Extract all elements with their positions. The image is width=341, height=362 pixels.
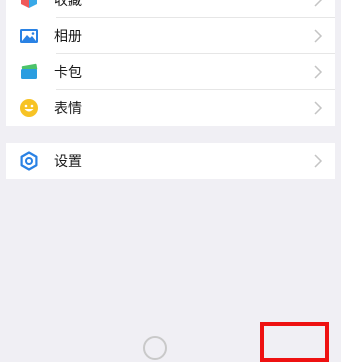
chevron-right-icon (309, 99, 327, 117)
settings-gear-icon (18, 150, 40, 172)
menu-item-label: 设置 (54, 154, 82, 170)
menu-group-main: 收藏 相册 卡包 表情 (6, 0, 335, 126)
menu-item-label: 收藏 (54, 0, 82, 9)
menu-item-label: 卡包 (54, 65, 82, 81)
menu-item-label: 相册 (54, 29, 82, 45)
album-image-icon (18, 25, 40, 47)
menu-item-album[interactable]: 相册 (6, 18, 335, 54)
menu-item-settings[interactable]: 设置 (6, 143, 335, 179)
tab-bar-icon-partial[interactable] (143, 336, 167, 360)
group-spacer (6, 126, 335, 143)
favorites-cube-icon (18, 0, 40, 11)
card-wallet-icon (18, 61, 40, 83)
menu-group-settings: 设置 (6, 143, 335, 179)
emoji-smiley-icon (18, 97, 40, 119)
chevron-right-icon (309, 0, 327, 9)
menu-item-favorites[interactable]: 收藏 (6, 0, 335, 18)
menu-item-label: 表情 (54, 101, 82, 117)
chevron-right-icon (309, 63, 327, 81)
chevron-right-icon (309, 152, 327, 170)
menu-item-card-wallet[interactable]: 卡包 (6, 54, 335, 90)
menu-item-emoji[interactable]: 表情 (6, 90, 335, 126)
empty-area (6, 184, 335, 342)
highlight-box (260, 322, 329, 362)
me-page: 收藏 相册 卡包 表情 设置 (6, 0, 335, 342)
chevron-right-icon (309, 27, 327, 45)
